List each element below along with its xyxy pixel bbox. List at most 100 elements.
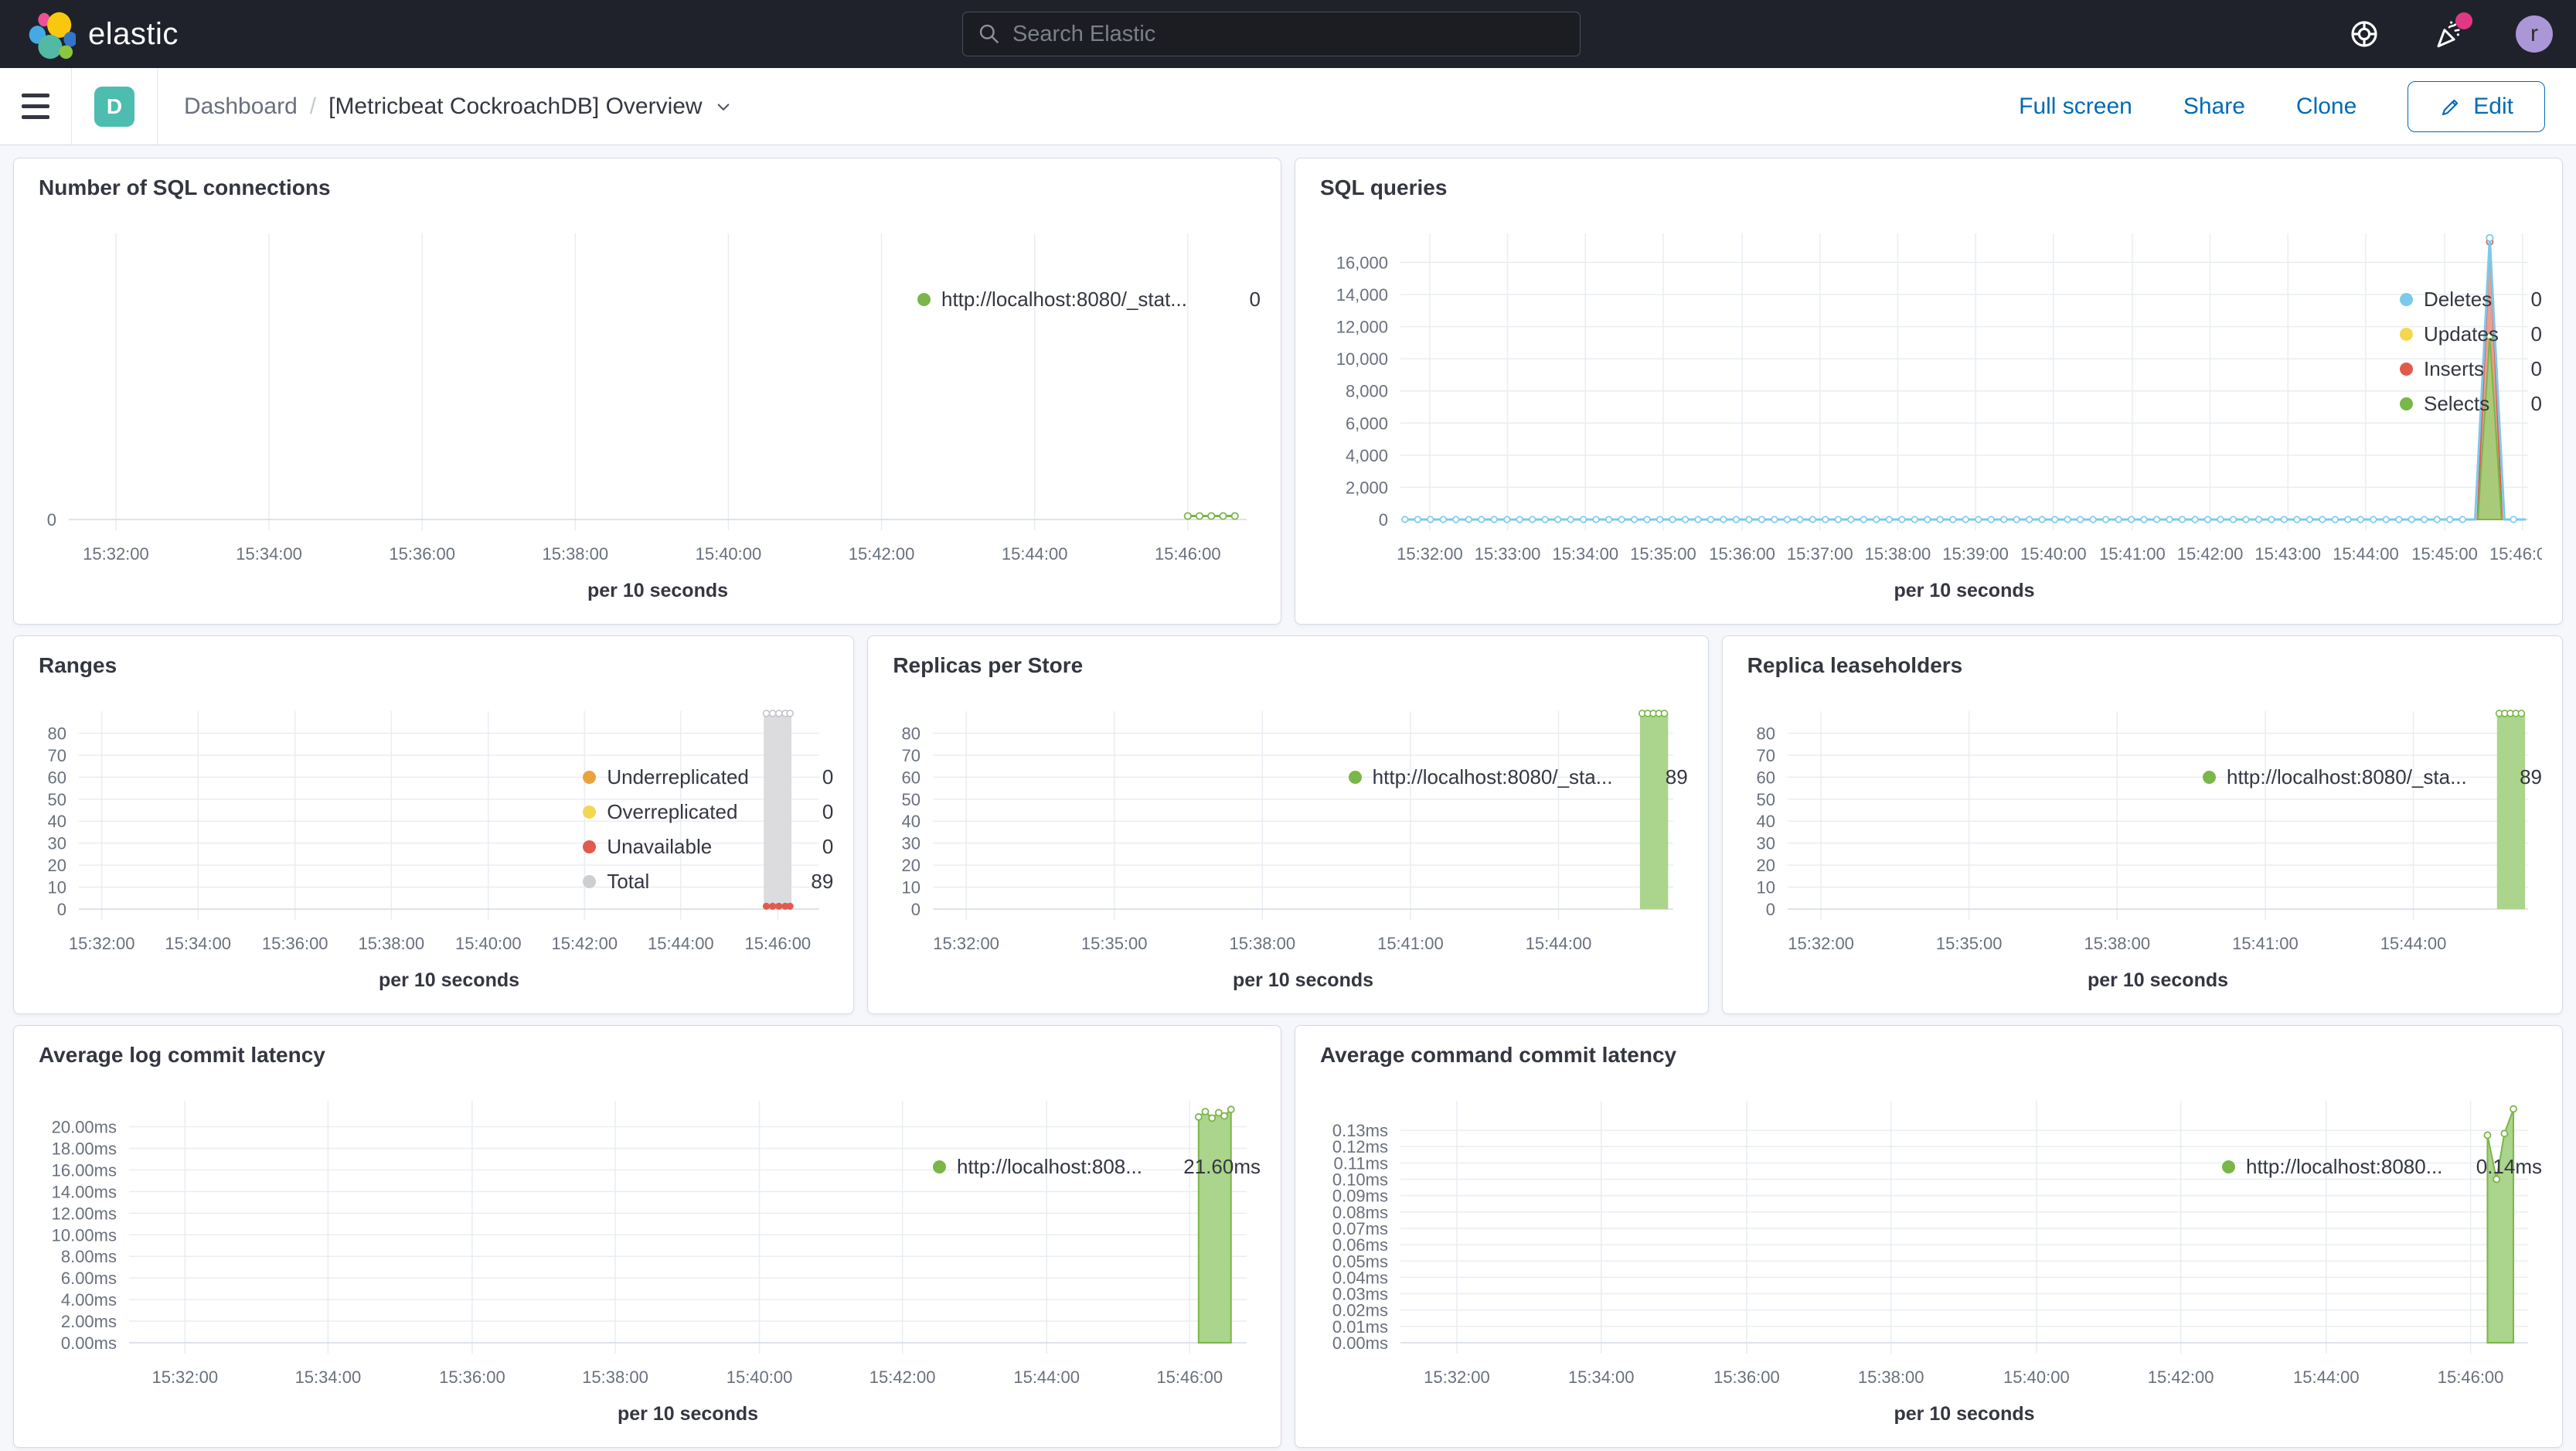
panel-body: 15:32:00 15:34:00 15:36:00 15:38:00 15:40:00… — [14, 214, 1281, 624]
svg-text:0: 0 — [1379, 510, 1388, 530]
legend-series-value: 0 — [822, 800, 834, 823]
svg-text:15:38:00: 15:38:00 — [2084, 934, 2150, 953]
svg-text:80: 80 — [48, 724, 66, 743]
svg-text:12,000: 12,000 — [1336, 318, 1388, 337]
svg-text:70: 70 — [48, 746, 66, 765]
panel-title[interactable]: Replicas per Store — [868, 636, 1707, 692]
chart-legend: Underreplicated 0 Overreplicated 0 Unavailab… — [583, 692, 853, 1013]
breadcrumb-separator: / — [309, 93, 317, 119]
chart-ranges[interactable]: 15:32:00 15:34:00 15:36:00 15:38:00 15:40:00… — [14, 692, 819, 1013]
legend-item[interactable]: Underreplicated 0 — [583, 760, 833, 795]
svg-text:15:40:00: 15:40:00 — [696, 544, 762, 564]
chart-sql-queries[interactable]: 15:32:00 15:33:00 15:34:00 15:35:00 15:36:00… — [1295, 214, 2556, 624]
legend-item[interactable]: http://localhost:8080/_sta... 89 — [2202, 760, 2542, 795]
svg-text:15:38:00: 15:38:00 — [1865, 544, 1931, 564]
clone-button[interactable]: Clone — [2296, 94, 2357, 120]
svg-text:15:40:00: 15:40:00 — [2020, 544, 2087, 564]
panel-title[interactable]: Number of SQL connections — [14, 158, 1281, 214]
svg-text:0: 0 — [1765, 900, 1775, 919]
legend-series-dot — [2400, 328, 2413, 341]
legend-series-dot — [583, 806, 597, 819]
dashboard-badge-zone: D — [72, 68, 157, 145]
svg-text:15:42:00: 15:42:00 — [869, 1368, 936, 1387]
panel-title[interactable]: Average log commit latency — [14, 1026, 1281, 1081]
global-header: elastic Search Elastic r — [0, 0, 2576, 68]
legend-item[interactable]: Selects 0 — [2400, 387, 2542, 421]
svg-text:15:34:00: 15:34:00 — [1568, 1368, 1635, 1387]
svg-text:40: 40 — [902, 812, 920, 831]
legend-item[interactable]: http://localhost:808... 21.60ms — [933, 1150, 1261, 1184]
svg-text:30: 30 — [1756, 834, 1775, 853]
user-avatar[interactable]: r — [2516, 15, 2553, 53]
legend-series-value: 21.60ms — [1183, 1155, 1261, 1178]
newsfeed-button[interactable] — [2431, 12, 2472, 53]
svg-text:15:42:00: 15:42:00 — [2148, 1368, 2214, 1387]
notification-badge — [2455, 12, 2472, 29]
legend-item[interactable]: Deletes 0 — [2400, 282, 2542, 317]
avatar-initial: r — [2530, 21, 2538, 46]
panel-title[interactable]: SQL queries — [1295, 158, 2562, 214]
svg-text:8,000: 8,000 — [1346, 382, 1388, 401]
menu-button[interactable] — [0, 68, 71, 145]
legend-series-label: Selects — [2424, 392, 2490, 415]
panel-title[interactable]: Ranges — [14, 636, 853, 692]
dashboard-row: Number of SQL connections 15:32:00 15:34:… — [13, 158, 2563, 625]
elastic-logo[interactable]: elastic — [0, 7, 325, 61]
share-button[interactable]: Share — [2183, 94, 2245, 120]
legend-item[interactable]: Inserts 0 — [2400, 352, 2542, 387]
svg-text:15:40:00: 15:40:00 — [455, 934, 522, 953]
panel-body: 15:32:00 15:35:00 15:38:00 15:41:00 15:44:00… — [1723, 692, 2562, 1013]
legend-item[interactable]: Overreplicated 0 — [583, 795, 833, 829]
chart-replica-leaseholders[interactable]: 15:32:00 15:35:00 15:38:00 15:41:00 15:44:00… — [1723, 692, 2528, 1013]
legend-item[interactable]: Unavailable 0 — [583, 829, 833, 864]
dashboard-badge[interactable]: D — [94, 86, 134, 127]
svg-text:12.00ms: 12.00ms — [52, 1204, 117, 1223]
legend-item[interactable]: http://localhost:8080/_stat... 0 — [917, 282, 1261, 317]
legend-series-dot — [583, 875, 597, 888]
breadcrumb-dashboard-link[interactable]: Dashboard — [184, 94, 298, 120]
svg-text:15:34:00: 15:34:00 — [295, 1368, 362, 1387]
panel-avg-command-commit-latency: Average command commit latency 15:32:00 1… — [1295, 1025, 2563, 1448]
chart-legend: http://localhost:8080/_sta... 89 — [1348, 692, 1708, 1013]
legend-item[interactable]: http://localhost:8080/_sta... 89 — [1348, 760, 1688, 795]
edit-button[interactable]: Edit — [2408, 80, 2545, 132]
panel-body: 15:32:00 15:35:00 15:38:00 15:41:00 15:44:00… — [868, 692, 1707, 1013]
chart-legend: Deletes 0 Updates 0 Inserts 0 Selects 0 — [2400, 214, 2562, 624]
help-button[interactable] — [2346, 15, 2383, 53]
chart-replicas-per-store[interactable]: 15:32:00 15:35:00 15:38:00 15:41:00 15:44:00… — [868, 692, 1674, 1013]
svg-text:50: 50 — [1756, 790, 1775, 809]
svg-text:15:35:00: 15:35:00 — [1630, 544, 1696, 564]
full-screen-button[interactable]: Full screen — [2019, 94, 2132, 120]
breadcrumb: Dashboard / [Metricbeat CockroachDB] Ove… — [158, 94, 735, 120]
svg-text:16.00ms: 16.00ms — [52, 1160, 117, 1180]
page-title-text: [Metricbeat CockroachDB] Overview — [328, 93, 703, 119]
chart-avg-log-commit-latency[interactable]: 15:32:00 15:34:00 15:36:00 15:38:00 15:40:00… — [14, 1081, 1247, 1447]
svg-text:20: 20 — [48, 856, 66, 875]
chart-sql-connections[interactable]: 15:32:00 15:34:00 15:36:00 15:38:00 15:40:00… — [14, 214, 1247, 624]
legend-item[interactable]: http://localhost:8080... 0.14ms — [2222, 1150, 2542, 1184]
chart-avg-command-commit-latency[interactable]: 15:32:00 15:34:00 15:36:00 15:38:00 15:40:00… — [1295, 1081, 2528, 1447]
toolbar-left: D Dashboard / [Metricbeat CockroachDB] O… — [0, 68, 735, 145]
legend-series-value: 89 — [2520, 765, 2542, 789]
legend-item[interactable]: Total 89 — [583, 864, 833, 899]
svg-text:15:33:00: 15:33:00 — [1475, 544, 1541, 564]
chevron-down-icon — [717, 103, 729, 111]
svg-text:70: 70 — [1756, 746, 1775, 765]
svg-text:10: 10 — [902, 878, 920, 898]
panel-title[interactable]: Average command commit latency — [1295, 1026, 2562, 1081]
legend-series-label: Overreplicated — [607, 800, 738, 823]
legend-series-dot — [933, 1160, 946, 1173]
svg-text:14,000: 14,000 — [1336, 285, 1388, 305]
search-icon — [979, 24, 999, 43]
legend-series-value: 0 — [822, 835, 834, 858]
legend-item[interactable]: Updates 0 — [2400, 317, 2542, 352]
svg-text:60: 60 — [902, 768, 920, 787]
search-input[interactable] — [1012, 21, 1566, 47]
panel-title[interactable]: Replica leaseholders — [1723, 636, 2562, 692]
svg-text:0: 0 — [911, 900, 920, 919]
page-title[interactable]: [Metricbeat CockroachDB] Overview — [328, 94, 735, 120]
legend-series-label: Deletes — [2424, 288, 2493, 311]
chart-legend: http://localhost:8080... 0.14ms — [2222, 1081, 2562, 1447]
svg-text:0.00ms: 0.00ms — [61, 1333, 117, 1353]
global-search[interactable] — [962, 12, 1581, 56]
